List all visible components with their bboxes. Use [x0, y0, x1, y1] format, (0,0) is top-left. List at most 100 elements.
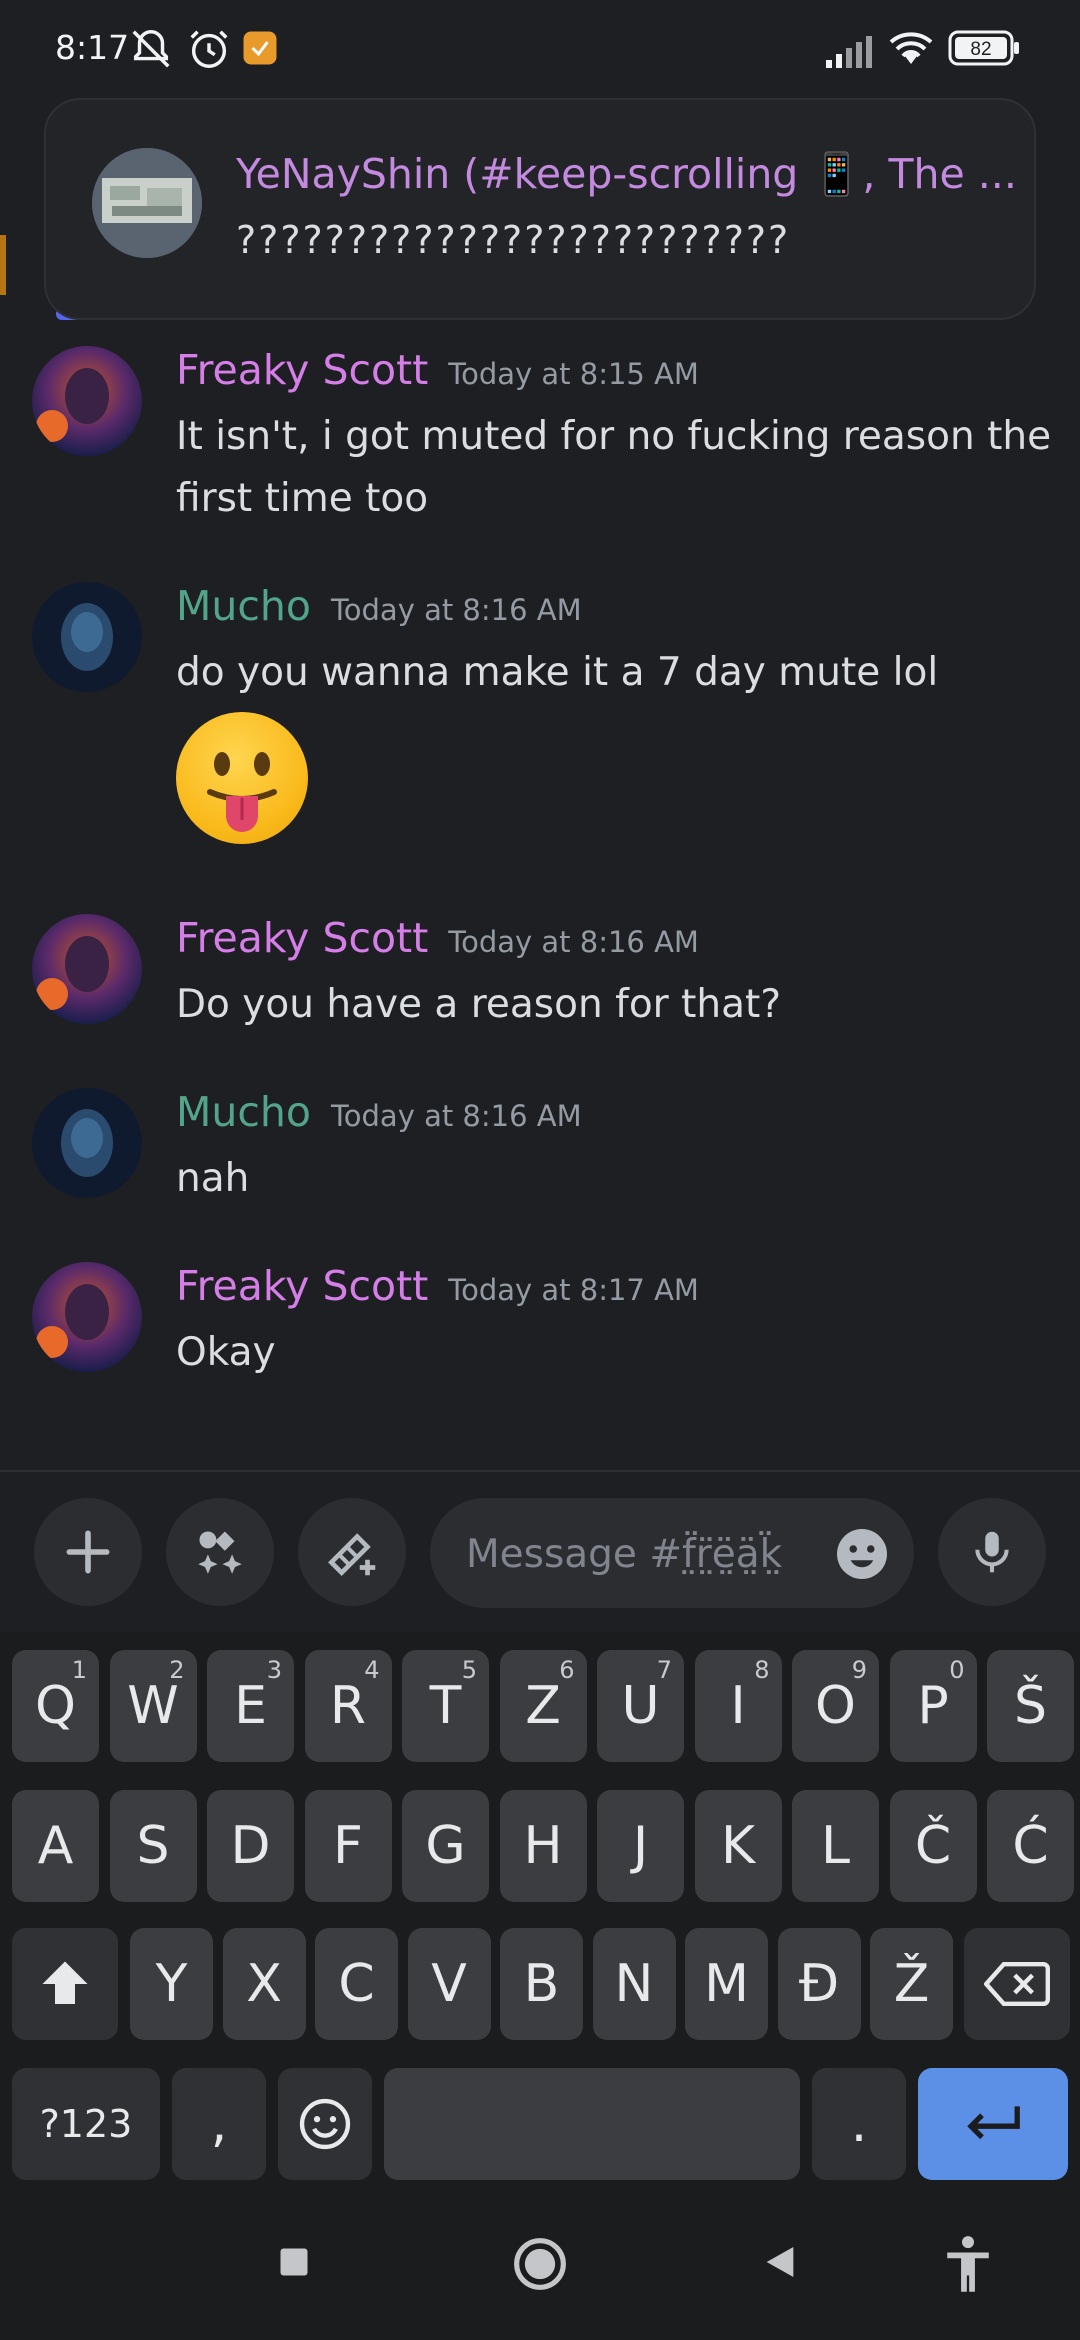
key-u[interactable]: U7: [597, 1650, 684, 1762]
key-ć[interactable]: Ć: [987, 1790, 1074, 1902]
key-label: X: [246, 1954, 282, 2014]
message-input[interactable]: Message #f̤̈r̤̈ë̤ä̤k̤̈: [430, 1498, 914, 1608]
notification-avatar: [92, 148, 202, 258]
avatar[interactable]: [32, 346, 142, 456]
emoji-key[interactable]: [278, 2068, 372, 2180]
period-key[interactable]: .: [812, 2068, 906, 2180]
key-label: K: [720, 1816, 756, 1876]
key-h[interactable]: H: [499, 1790, 587, 1902]
avatar[interactable]: [32, 914, 142, 1024]
key-e[interactable]: E3: [207, 1650, 294, 1762]
add-attachment-button[interactable]: [34, 1498, 142, 1606]
key-r[interactable]: R4: [304, 1650, 392, 1762]
key-b[interactable]: B: [500, 1928, 583, 2040]
message-item[interactable]: Freaky Scott Today at 8:17 AM Okay: [0, 1262, 1080, 1402]
username[interactable]: Freaky Scott: [176, 1262, 428, 1310]
key-š[interactable]: Š: [987, 1650, 1074, 1762]
key-c[interactable]: C: [315, 1928, 398, 2040]
key-l[interactable]: L: [792, 1790, 879, 1902]
key-s[interactable]: S: [109, 1790, 197, 1902]
key-x[interactable]: X: [222, 1928, 306, 2040]
key-k[interactable]: K: [694, 1790, 782, 1902]
microphone-icon: [975, 1531, 1009, 1573]
key-label: Đ: [798, 1954, 840, 2014]
key-label: C: [338, 1954, 375, 2014]
username[interactable]: Mucho: [176, 1088, 311, 1136]
key-o[interactable]: O9: [792, 1650, 879, 1762]
key-q[interactable]: Q1: [12, 1650, 99, 1762]
message-item[interactable]: Mucho Today at 8:16 AM do you wanna make …: [0, 582, 1080, 862]
key-v[interactable]: V: [407, 1928, 491, 2040]
key-f[interactable]: F: [304, 1790, 392, 1902]
key-label: D: [230, 1816, 271, 1876]
timestamp: Today at 8:16 AM: [330, 593, 582, 627]
key-d[interactable]: D: [207, 1790, 294, 1902]
key-label: V: [431, 1954, 467, 2014]
key-label: W: [127, 1676, 179, 1736]
enter-icon: [967, 2106, 1020, 2140]
username[interactable]: Mucho: [176, 582, 311, 630]
key-hint: 9: [851, 1656, 867, 1684]
symbols-key[interactable]: ?123: [12, 2068, 160, 2180]
avatar[interactable]: [32, 1262, 142, 1372]
key-z[interactable]: Z6: [499, 1650, 587, 1762]
key-label: A: [37, 1816, 74, 1876]
back-button[interactable]: [760, 2242, 800, 2286]
key-j[interactable]: J: [597, 1790, 684, 1902]
notification-banner[interactable]: YeNayShin (#keep-scrolling 📱, The ... ??…: [44, 98, 1036, 320]
nitro-gift-icon: [328, 1533, 376, 1576]
accessibility-icon[interactable]: [940, 2234, 996, 2298]
key-n[interactable]: N: [592, 1928, 676, 2040]
space-key[interactable]: [384, 2068, 800, 2180]
key-g[interactable]: G: [402, 1790, 489, 1902]
key-label: G: [425, 1816, 466, 1876]
key-đ[interactable]: Đ: [777, 1928, 861, 2040]
comma-key-label: ,: [210, 2094, 228, 2154]
key-label: T: [429, 1676, 462, 1736]
key-hint: 8: [754, 1656, 770, 1684]
key-label: B: [523, 1954, 560, 2014]
message-text: do you wanna make it a 7 day mute lol: [176, 650, 939, 695]
key-hint: 2: [169, 1656, 185, 1684]
key-t[interactable]: T5: [402, 1650, 489, 1762]
voice-message-button[interactable]: [938, 1498, 1046, 1606]
message-item[interactable]: Freaky Scott Today at 8:15 AM It isn't, i…: [0, 346, 1080, 546]
backspace-icon: [984, 1962, 1050, 2006]
message-composer: Message #f̤̈r̤̈ë̤ä̤k̤̈: [0, 1470, 1080, 1632]
key-label: R: [329, 1676, 367, 1736]
enter-key[interactable]: [918, 2068, 1068, 2180]
key-a[interactable]: A: [12, 1790, 99, 1902]
username[interactable]: Freaky Scott: [176, 346, 428, 394]
emoji-picker-icon[interactable]: [832, 1524, 892, 1588]
key-m[interactable]: M: [685, 1928, 768, 2040]
system-navigation-bar: [0, 2194, 1080, 2340]
username[interactable]: Freaky Scott: [176, 914, 428, 962]
status-bar: 8:17 82: [0, 0, 1080, 96]
apps-button[interactable]: [166, 1498, 274, 1606]
key-w[interactable]: W2: [109, 1650, 197, 1762]
shift-key[interactable]: [12, 1928, 118, 2040]
key-label: Ž: [893, 1954, 930, 2014]
key-label: S: [136, 1816, 170, 1876]
message-text: nah: [176, 1156, 250, 1201]
key-č[interactable]: Č: [889, 1790, 977, 1902]
message-item[interactable]: Mucho Today at 8:16 AM nah: [0, 1088, 1080, 1228]
backspace-key[interactable]: [964, 1928, 1070, 2040]
key-label: N: [614, 1954, 654, 2014]
key-label: L: [821, 1816, 850, 1876]
recents-button[interactable]: [276, 2244, 312, 2284]
key-label: Ć: [1012, 1816, 1049, 1876]
home-button[interactable]: [512, 2236, 568, 2296]
key-y[interactable]: Y: [130, 1928, 213, 2040]
avatar[interactable]: [32, 582, 142, 692]
key-label: O: [815, 1676, 856, 1736]
plus-icon: [66, 1530, 110, 1574]
key-p[interactable]: P0: [889, 1650, 977, 1762]
key-ž[interactable]: Ž: [870, 1928, 953, 2040]
avatar[interactable]: [32, 1088, 142, 1198]
comma-key[interactable]: ,: [172, 2068, 266, 2180]
stuck-out-tongue-emoji[interactable]: [176, 712, 308, 844]
key-i[interactable]: I8: [694, 1650, 782, 1762]
message-item[interactable]: Freaky Scott Today at 8:16 AM Do you have…: [0, 914, 1080, 1054]
gift-button[interactable]: [298, 1498, 406, 1606]
